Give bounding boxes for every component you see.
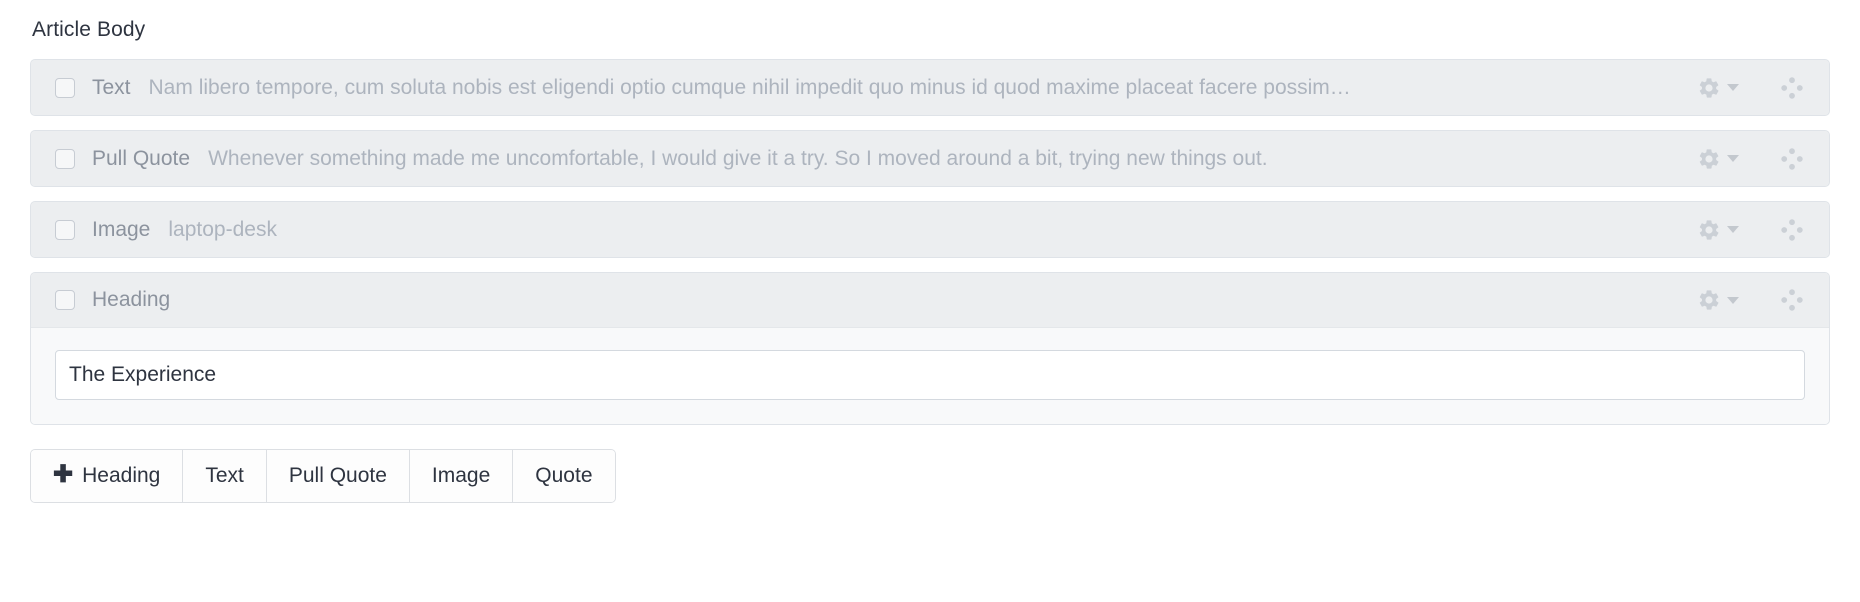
block-header-actions: [1695, 215, 1807, 245]
chevron-down-icon: [1727, 226, 1739, 233]
move-handle-icon: [1779, 287, 1805, 313]
gear-icon: [1697, 288, 1721, 312]
block-header-actions: [1695, 144, 1807, 174]
chevron-down-icon: [1727, 296, 1739, 304]
block-header[interactable]: Text Nam libero tempore, cum soluta nobi…: [31, 60, 1829, 115]
content-block-text[interactable]: Text Nam libero tempore, cum soluta nobi…: [30, 59, 1830, 116]
block-list: Text Nam libero tempore, cum soluta nobi…: [30, 59, 1830, 425]
move-handle-icon: [1779, 146, 1805, 172]
add-block-button-heading[interactable]: ✚ Heading: [31, 450, 184, 502]
block-drag-handle[interactable]: [1777, 215, 1807, 245]
block-type-label: Image: [92, 217, 151, 241]
chevron-down-icon: [1727, 155, 1739, 162]
block-preview-text: Whenever something made me uncomfortable…: [208, 146, 1268, 170]
block-header-actions: [1695, 73, 1807, 103]
plus-icon: ✚: [53, 461, 74, 488]
block-settings-button[interactable]: [1695, 145, 1741, 173]
add-block-button-label: Image: [431, 464, 491, 487]
block-type-label: Text: [92, 75, 131, 99]
add-block-button-label: Text: [205, 464, 244, 487]
block-settings-button[interactable]: [1695, 74, 1741, 102]
add-block-button-label: Quote: [535, 464, 593, 487]
gear-icon: [1697, 147, 1721, 171]
move-handle-icon: [1779, 75, 1805, 101]
gear-icon: [1697, 218, 1721, 242]
move-handle-icon: [1779, 217, 1805, 243]
block-drag-handle[interactable]: [1777, 73, 1807, 103]
block-drag-handle[interactable]: [1777, 144, 1807, 174]
chevron-down-icon: [1727, 84, 1739, 91]
block-select-checkbox[interactable]: [55, 219, 75, 240]
block-header-actions: [1695, 285, 1807, 315]
add-block-button-label: Heading: [82, 464, 161, 487]
add-block-button-label: Pull Quote: [288, 464, 387, 487]
block-header[interactable]: Image laptop-desk: [31, 202, 1829, 257]
block-select-checkbox[interactable]: [55, 290, 75, 310]
block-body: [31, 328, 1829, 424]
block-preview-text: laptop-desk: [168, 217, 277, 241]
content-block-heading[interactable]: Heading: [30, 272, 1830, 425]
content-block-image[interactable]: Image laptop-desk: [30, 201, 1830, 258]
gear-icon: [1697, 76, 1721, 100]
add-block-button-image[interactable]: Image: [409, 450, 514, 502]
add-block-button-text[interactable]: Text: [183, 450, 267, 502]
block-preview-text: Nam libero tempore, cum soluta nobis est…: [148, 75, 1351, 99]
heading-text-input[interactable]: [55, 350, 1805, 400]
add-block-toolbar: ✚ Heading Text Pull Quote Image Quote: [30, 449, 616, 503]
block-header[interactable]: Heading: [31, 273, 1829, 328]
block-drag-handle[interactable]: [1777, 285, 1807, 315]
article-body-editor: Article Body Text Nam libero tempore, cu…: [0, 0, 1860, 602]
add-block-button-quote[interactable]: Quote: [513, 450, 615, 502]
page-title: Article Body: [32, 18, 146, 41]
block-select-checkbox[interactable]: [55, 77, 75, 98]
block-settings-button[interactable]: [1695, 286, 1741, 314]
block-settings-button[interactable]: [1695, 216, 1741, 244]
block-header[interactable]: Pull Quote Whenever something made me un…: [31, 131, 1829, 186]
add-block-button-pull-quote[interactable]: Pull Quote: [266, 450, 410, 502]
block-type-label: Heading: [92, 288, 171, 311]
block-type-label: Pull Quote: [92, 146, 191, 170]
content-block-pull-quote[interactable]: Pull Quote Whenever something made me un…: [30, 130, 1830, 187]
block-select-checkbox[interactable]: [55, 148, 75, 169]
